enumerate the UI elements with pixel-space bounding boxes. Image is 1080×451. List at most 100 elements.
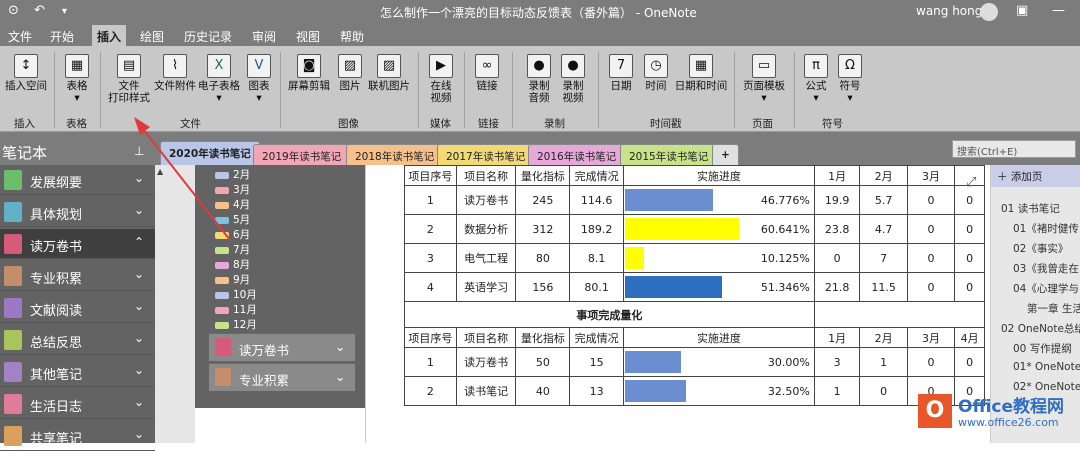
calendar-icon: 7 [609, 54, 633, 78]
section-item[interactable]: 9月 [215, 272, 250, 287]
link-button[interactable]: ∞ 链接 [470, 54, 504, 92]
notebook-item[interactable]: 读万卷书 ⌄ [209, 333, 355, 361]
divider [464, 52, 465, 128]
notebooks-header[interactable]: 笔记本 [2, 142, 47, 163]
insert-space-button[interactable]: ↕ 插入空间 [4, 54, 48, 92]
symbol-button[interactable]: Ω 符号 ▾ [834, 54, 866, 104]
add-page-button[interactable]: ＋ 添加页 [991, 165, 1080, 187]
diagram-button[interactable]: V 图表 ▾ [242, 54, 276, 104]
notebook-icon [215, 338, 231, 356]
tab-review[interactable]: 审阅 [252, 28, 276, 45]
date-button[interactable]: 7 日期 [606, 54, 636, 92]
chevron-down-icon[interactable]: ⌄ [134, 395, 144, 409]
divider [794, 52, 795, 128]
table-button[interactable]: ▦ 表格 ▾ [60, 54, 94, 104]
chevron-down-icon[interactable]: ⌄ [134, 363, 144, 377]
file-attachment-button[interactable]: ⌇ 文件附件 [154, 54, 196, 92]
tab-view[interactable]: 视图 [296, 28, 320, 45]
record-audio-icon: ● [527, 54, 551, 78]
progress-fill [625, 189, 714, 211]
table-icon: ▦ [65, 54, 89, 78]
page-item[interactable]: 02 OneNote总结 [1001, 321, 1080, 336]
progress-bar: 10.125% [623, 243, 815, 273]
page-item[interactable]: 04《心理学与 [1013, 281, 1079, 296]
notebook-item[interactable]: 其他笔记 ⌄ [0, 357, 155, 387]
notebook-item[interactable]: 总结反思 ⌄ [0, 325, 155, 355]
section-item[interactable]: 12月 [215, 317, 257, 332]
section-tab-2015[interactable]: 2015年读书笔记 [620, 144, 718, 165]
online-video-button[interactable]: ▶ 在线 视频 [424, 54, 458, 104]
section-tab-2018[interactable]: 2018年读书笔记 [346, 144, 444, 165]
video-icon: ▶ [429, 54, 453, 78]
ribbon-display-icon[interactable]: ▣ [1016, 3, 1028, 18]
tab-home[interactable]: 开始 [50, 28, 74, 45]
tab-help[interactable]: 帮助 [340, 28, 364, 45]
page-item[interactable]: 01 读书笔记 [1001, 201, 1060, 216]
tab-draw[interactable]: 绘图 [140, 28, 164, 45]
user-name[interactable]: wang hong [916, 4, 982, 18]
pictures-button[interactable]: ▨ 图片 [334, 54, 366, 92]
table-row: 1 读万卷书 245 114.6 46.776% 19.9 5.7 0 0 [404, 185, 985, 215]
page-item[interactable]: 00 写作提纲 [1013, 341, 1072, 356]
chevron-down-icon[interactable]: ⌄ [335, 339, 345, 354]
chevron-down-icon[interactable]: ⌄ [134, 299, 144, 313]
divider [280, 52, 281, 128]
omega-icon: Ω [838, 54, 862, 78]
online-picture-icon: ▨ [377, 54, 401, 78]
divider [734, 52, 735, 128]
page-item[interactable]: 02《事实》 [1013, 241, 1068, 256]
window-title: 怎么制作一个漂亮的目标动态反馈表（番外篇） - OneNote [380, 6, 697, 20]
tab-file[interactable]: 文件 [8, 28, 32, 45]
group-label-timestamp: 时间戳 [650, 118, 682, 130]
notebook-item[interactable]: 共享笔记 ⌄ [0, 421, 155, 451]
section-tab-2019[interactable]: 2019年读书笔记 [253, 144, 351, 165]
record-audio-button[interactable]: ● 录制 音频 [522, 54, 556, 104]
tab-history[interactable]: 历史记录 [184, 28, 232, 45]
page-templates-button[interactable]: ▭ 页面模板 ▾ [740, 54, 788, 104]
back-icon[interactable]: ⊙ [8, 3, 19, 18]
pi-icon: π [804, 54, 828, 78]
online-pictures-button[interactable]: ▨ 联机图片 [366, 54, 412, 92]
notebook-icon [4, 234, 22, 254]
page-item[interactable]: 第一章 生活 [1027, 301, 1080, 316]
add-section-button[interactable]: + [712, 144, 739, 165]
group-label-recording: 录制 [544, 118, 565, 130]
equation-button[interactable]: π 公式 ▾ [800, 54, 832, 104]
page-item[interactable]: 01《褚时健传 [1013, 221, 1079, 236]
group-label-table: 表格 [66, 118, 87, 130]
expand-icon[interactable]: ⤢ [966, 175, 976, 190]
chevron-down-icon[interactable]: ⌄ [134, 331, 144, 345]
record-video-button[interactable]: ● 录制 视频 [556, 54, 590, 104]
chevron-down-icon[interactable]: ⌄ [134, 267, 144, 281]
customize-arrow-icon[interactable]: ▾ [62, 6, 67, 17]
minimize-icon[interactable]: — [1052, 3, 1065, 18]
notebook-item[interactable]: 专业积累 ⌄ [209, 363, 355, 391]
section-tab-2017[interactable]: 2017年读书笔记 [437, 144, 535, 165]
avatar[interactable] [980, 3, 998, 21]
section-item[interactable]: 10月 [215, 287, 257, 302]
date-time-button[interactable]: ▦ 日期和时间 [672, 54, 730, 92]
table-caption: 事项完成量化 [404, 301, 815, 328]
section-item[interactable]: 11月 [215, 302, 257, 317]
notebook-item[interactable]: 文献阅读 ⌄ [0, 293, 155, 323]
undo-icon[interactable]: ↶ [34, 3, 45, 18]
search-input[interactable]: 搜索(Ctrl+E) [952, 140, 1076, 158]
notebook-item[interactable]: 生活日志 ⌄ [0, 389, 155, 419]
section-tab-2016[interactable]: 2016年读书笔记 [528, 144, 626, 165]
group-label-symbols: 符号 [822, 118, 843, 130]
page-canvas[interactable]: 项目序号 项目名称 量化指标 完成情况 实施进度 1月 2月 3月 1 读万卷书 2… [365, 165, 985, 443]
title-bar: ⊙ ↶ ▾ 怎么制作一个漂亮的目标动态反馈表（番外篇） - OneNote wa… [0, 0, 1080, 24]
notebook-icon [4, 362, 22, 382]
chevron-down-icon[interactable]: ⌄ [134, 427, 144, 441]
page-item[interactable]: 01* OneNote2 [1013, 361, 1080, 373]
section-item[interactable]: 8月 [215, 257, 250, 272]
notebook-item[interactable]: 专业积累 ⌄ [0, 261, 155, 291]
time-button[interactable]: ◷ 时间 [640, 54, 672, 92]
progress-bar: 30.00% [623, 347, 815, 377]
progress-bar: 51.346% [623, 272, 815, 302]
group-label-images: 图像 [338, 118, 359, 130]
screen-clipping-button[interactable]: ◙ 屏幕剪辑 [286, 54, 332, 92]
chevron-down-icon[interactable]: ⌄ [335, 369, 345, 384]
page-item[interactable]: 03《我曾走在 [1013, 261, 1079, 276]
group-label-insert: 插入 [14, 118, 35, 130]
